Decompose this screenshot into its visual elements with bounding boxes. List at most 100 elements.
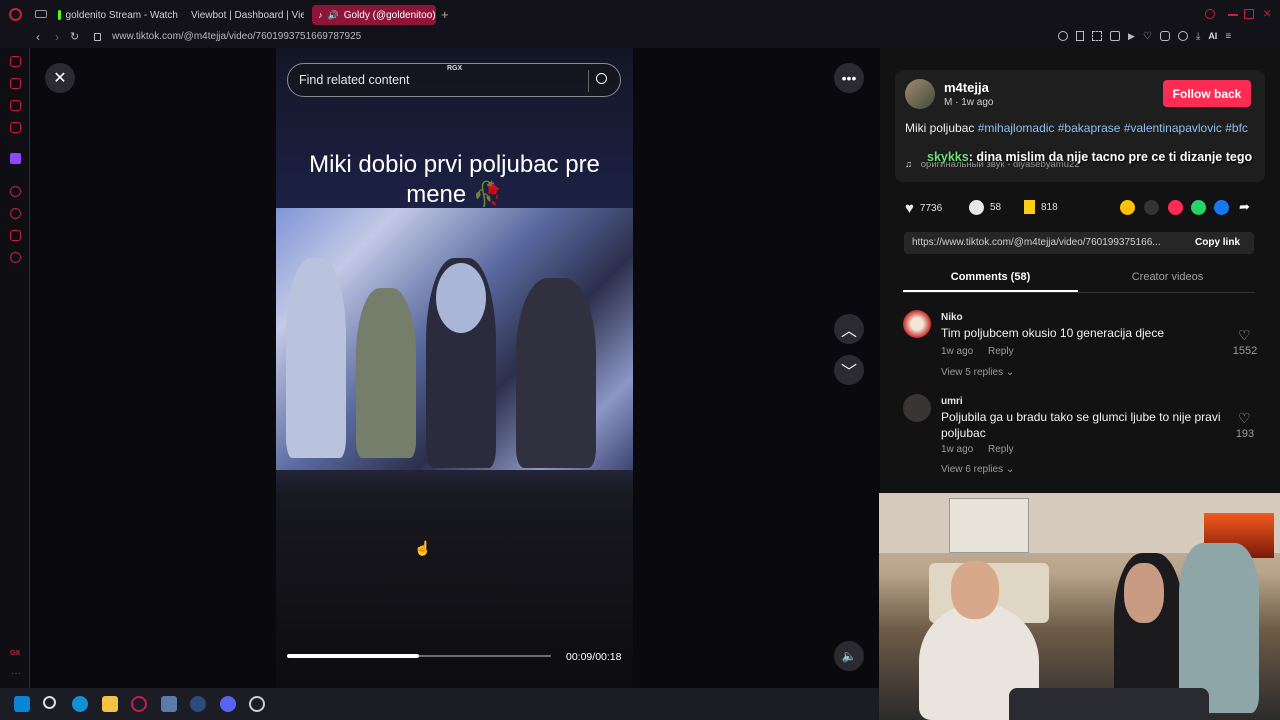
copy-link-button[interactable]: Copy link (1195, 237, 1240, 248)
comment-stat[interactable]: 58 (969, 200, 1001, 215)
sidebar-speed-dial-icon[interactable] (10, 56, 21, 67)
search-icon[interactable] (43, 696, 56, 709)
reload-icon[interactable]: ↻ (70, 30, 79, 43)
music-note-icon: ♫ (905, 159, 913, 170)
view-replies-button[interactable]: View 6 replies ⌄ (941, 464, 1014, 475)
menu-icon[interactable]: ≡ (1225, 31, 1231, 42)
comment-count: 58 (990, 202, 1002, 213)
pin-icon[interactable] (1076, 31, 1084, 41)
more-options-button[interactable]: ••• (834, 63, 864, 93)
windows-start-icon[interactable] (14, 696, 30, 712)
author-name[interactable]: m4tejja (944, 80, 989, 95)
comment-reply-button[interactable]: Reply (988, 346, 1014, 357)
search-icon (596, 73, 607, 84)
snapshot-icon[interactable] (1092, 31, 1102, 41)
zoom-icon[interactable] (1058, 31, 1068, 41)
view-replies-button[interactable]: View 5 replies ⌄ (941, 367, 1014, 378)
related-search-input[interactable]: Find related content (299, 73, 410, 87)
comment-reply-button[interactable]: Reply (988, 444, 1014, 455)
hashtag[interactable]: #bakaprase (1058, 121, 1121, 135)
sidebar-history-icon[interactable] (10, 208, 21, 219)
discord-icon[interactable] (220, 696, 236, 712)
opera-gx-icon[interactable] (131, 696, 147, 712)
save-stat[interactable]: 818 (1024, 200, 1058, 214)
embed-icon[interactable] (1144, 200, 1159, 215)
comment-avatar[interactable] (903, 394, 931, 422)
tab-goldy-tiktok[interactable]: ♪ 🔊 Goldy (@goldenitoo) | (312, 5, 436, 25)
tab-comments[interactable]: Comments (58) (903, 271, 1078, 283)
comment-like-icon[interactable]: ♡ (1238, 410, 1251, 427)
send-icon[interactable] (1168, 200, 1183, 215)
extensions-icon[interactable] (1159, 31, 1170, 41)
previous-video-button[interactable]: ︿ (834, 314, 864, 344)
author-avatar[interactable] (905, 79, 935, 109)
hashtag[interactable]: #valentinapavlovic (1124, 121, 1222, 135)
edge-icon[interactable] (72, 696, 88, 712)
steam-icon[interactable] (190, 696, 206, 712)
sidebar-gx-icon[interactable]: GX (10, 650, 20, 657)
sidebar-player-icon[interactable] (10, 186, 21, 197)
search-button[interactable] (588, 70, 610, 92)
sidebar-news-icon[interactable] (10, 122, 21, 133)
chevron-down-icon: ⌄ (1005, 367, 1015, 378)
comment-author[interactable]: Niko (941, 312, 963, 323)
share-icon[interactable]: ➦ (1239, 199, 1250, 215)
back-icon[interactable]: ‹ (36, 30, 40, 44)
toolbar-icons: ▶ ♡ ⤓ AI ≡ (1058, 31, 1231, 42)
comment-text: Tim poljubcem okusio 10 generacija djece (941, 326, 1165, 340)
comment-avatar[interactable] (903, 310, 931, 338)
video-clip-scene (276, 208, 633, 470)
mute-button[interactable]: 🔈 (834, 641, 864, 671)
sidebar-messenger-icon[interactable] (10, 100, 21, 111)
maximize-icon[interactable] (1244, 9, 1254, 19)
ai-icon[interactable]: AI (1208, 31, 1217, 42)
file-explorer-icon[interactable] (102, 696, 118, 712)
follow-back-button[interactable]: Follow back (1163, 80, 1251, 107)
profile-icon[interactable] (1177, 31, 1188, 41)
app-icon[interactable] (161, 696, 177, 712)
chat-username: skykks (927, 150, 969, 164)
tab-goldenito-stream[interactable]: goldenito Stream - Watch (58, 5, 178, 25)
forward-icon[interactable]: › (55, 30, 59, 44)
sidebar-extensions-icon[interactable] (10, 230, 21, 241)
chevron-up-icon: ︿ (840, 323, 857, 340)
player-icon[interactable] (1110, 31, 1120, 41)
sidebar-twitch-icon[interactable] (10, 153, 21, 164)
progress-fill (287, 654, 419, 658)
heart-icon[interactable]: ♡ (1143, 31, 1152, 42)
whatsapp-icon[interactable] (1191, 200, 1206, 215)
video-link[interactable]: https://www.tiktok.com/@m4tejja/video/76… (912, 237, 1161, 248)
tab-menu-icon[interactable] (35, 10, 47, 18)
minimize-icon[interactable] (1228, 14, 1238, 16)
author-subtitle: M · 1w ago (944, 97, 994, 108)
close-window-icon[interactable]: × (1263, 5, 1271, 21)
chat-message: : dina mislim da nije tacno pre ce ti di… (968, 150, 1253, 164)
opera-logo-icon[interactable] (9, 8, 22, 21)
app-icon-2[interactable] (249, 696, 265, 712)
close-player-button[interactable]: ✕ (45, 63, 75, 93)
url-field[interactable]: www.tiktok.com/@m4tejja/video/7601993751… (112, 31, 361, 42)
facebook-icon[interactable] (1214, 200, 1229, 215)
hashtag[interactable]: #mihajlomadic (978, 121, 1055, 135)
tab-viewbot-dashboard[interactable]: Viewbot | Dashboard | Vie (186, 5, 304, 25)
like-stat[interactable]: ♥ 7736 (905, 200, 942, 217)
description-text: Miki poljubac (905, 121, 978, 135)
repost-icon[interactable] (1120, 200, 1135, 215)
new-tab-icon[interactable]: + (441, 7, 449, 22)
view-replies-label: View 6 replies (941, 464, 1004, 475)
kick-icon (58, 10, 61, 20)
post-description: Miki poljubac #mihajlomadic #bakaprase #… (905, 121, 1255, 136)
play-icon[interactable]: ▶ (1128, 31, 1135, 42)
search-tabs-icon[interactable] (1205, 9, 1215, 19)
comment-author[interactable]: umri (941, 396, 963, 407)
hashtag[interactable]: #bfc (1225, 121, 1248, 135)
download-icon[interactable]: ⤓ (1196, 31, 1200, 42)
comment-like-icon[interactable]: ♡ (1238, 327, 1251, 344)
browser-tab-bar: goldenito Stream - Watch Viewbot | Dashb… (0, 0, 1280, 28)
tab-creator-videos[interactable]: Creator videos (1080, 271, 1255, 283)
sidebar-more-icon[interactable]: ··· (11, 668, 21, 679)
next-video-button[interactable]: ﹀ (834, 355, 864, 385)
sidebar-settings-icon[interactable] (10, 252, 21, 263)
chevron-down-icon: ﹀ (840, 364, 857, 381)
sidebar-ai-icon[interactable] (10, 78, 21, 89)
